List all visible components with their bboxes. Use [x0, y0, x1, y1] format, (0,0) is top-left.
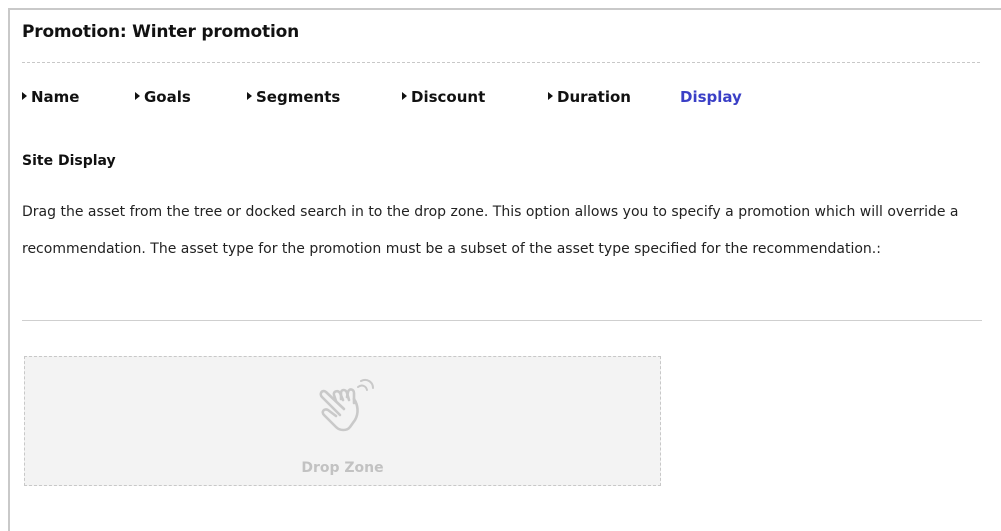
step-duration[interactable]: Duration	[548, 88, 631, 106]
step-label: Goals	[144, 88, 191, 106]
step-label: Name	[31, 88, 80, 106]
page-title: Promotion: Winter promotion	[22, 22, 299, 42]
triangle-right-icon	[22, 92, 27, 100]
triangle-right-icon	[548, 92, 553, 100]
step-label: Segments	[256, 88, 341, 106]
section-divider	[22, 320, 982, 321]
step-label: Discount	[411, 88, 486, 106]
section-heading: Site Display	[22, 153, 116, 169]
step-label: Duration	[557, 88, 631, 106]
step-discount[interactable]: Discount	[402, 88, 485, 106]
drop-zone[interactable]: Drop Zone	[24, 356, 661, 486]
triangle-right-icon	[135, 92, 140, 100]
step-label: Display	[680, 88, 742, 106]
triangle-right-icon	[402, 92, 407, 100]
section-description: Drag the asset from the tree or docked s…	[22, 204, 959, 257]
triangle-right-icon	[247, 92, 252, 100]
step-display[interactable]: Display	[680, 88, 742, 106]
hand-pointer-icon	[319, 378, 374, 432]
step-segments[interactable]: Segments	[247, 88, 340, 106]
step-name[interactable]: Name	[22, 88, 79, 106]
step-goals[interactable]: Goals	[135, 88, 191, 106]
drop-zone-label: Drop Zone	[301, 460, 384, 476]
title-divider	[22, 62, 980, 63]
